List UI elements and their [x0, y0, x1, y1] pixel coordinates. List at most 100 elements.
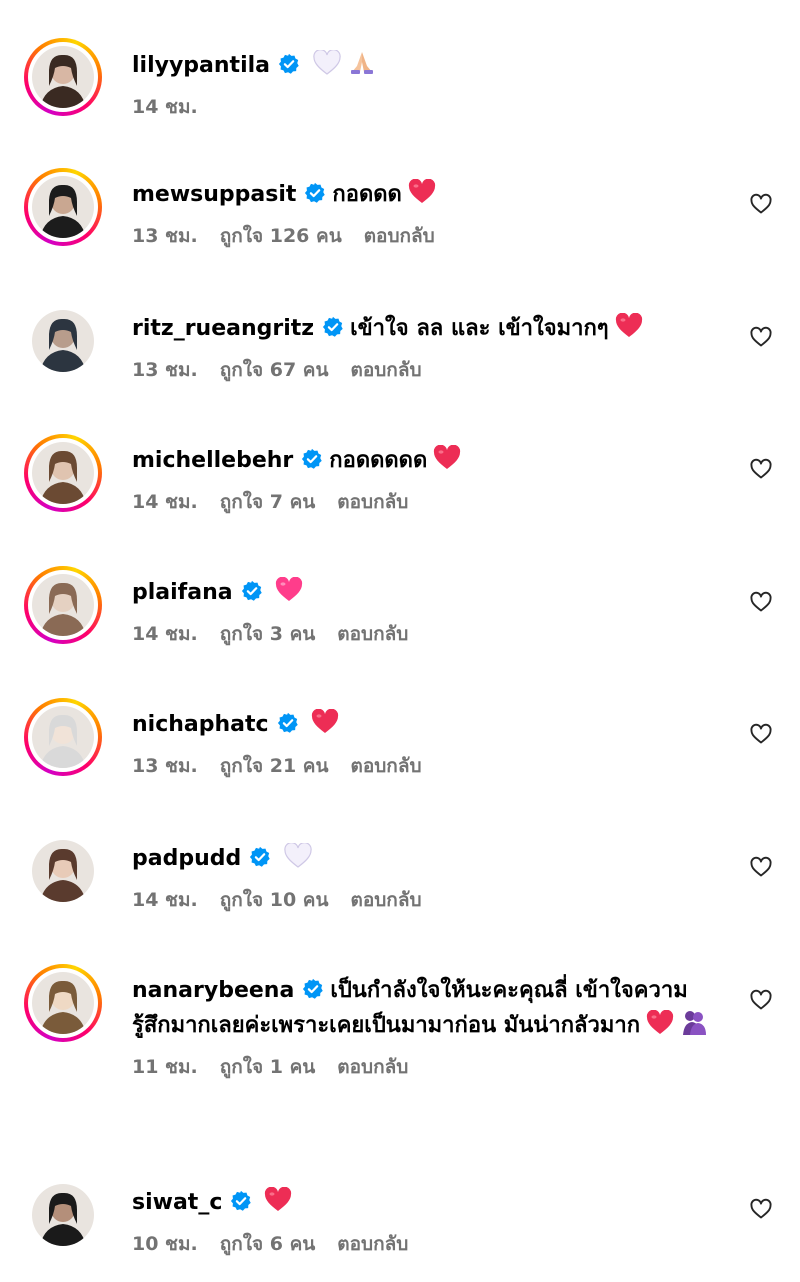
- verified-badge-icon: [277, 712, 299, 734]
- red-heart-emoji-icon: [408, 179, 436, 205]
- like-heart-icon[interactable]: [749, 192, 773, 216]
- like-count[interactable]: ถูกใจ 6 คน: [220, 1233, 316, 1255]
- white-heart-emoji-icon: [283, 843, 313, 869]
- like-heart-icon[interactable]: [749, 722, 773, 746]
- timestamp[interactable]: 11 ชม.: [132, 1056, 198, 1078]
- reply-button[interactable]: ตอบกลับ: [364, 225, 435, 247]
- username-link[interactable]: padpudd: [132, 846, 241, 871]
- red-heart-emoji-icon: [433, 445, 461, 471]
- avatar-container[interactable]: [24, 1176, 102, 1254]
- username-link[interactable]: ritz_rueangritz: [132, 316, 314, 341]
- like-count[interactable]: ถูกใจ 7 คน: [220, 491, 316, 513]
- like-heart-icon[interactable]: [749, 325, 773, 349]
- red-heart-emoji-icon: [311, 709, 339, 735]
- avatar-story-ring[interactable]: [24, 168, 102, 246]
- reply-button[interactable]: ตอบกลับ: [351, 359, 422, 381]
- like-count[interactable]: ถูกใจ 3 คน: [220, 623, 316, 645]
- comment-meta: 10 ชม. ถูกใจ 6 คน ตอบกลับ: [132, 1232, 722, 1256]
- comment-text-line: mewsuppasit กอดดด: [132, 178, 722, 212]
- timestamp[interactable]: 14 ชม.: [132, 96, 198, 118]
- username-link[interactable]: nichaphatc: [132, 712, 269, 737]
- comment-body: ritz_rueangritz เข้าใจ ลล และ เข้าใจมากๆ 1…: [132, 312, 722, 382]
- like-heart-icon[interactable]: [749, 855, 773, 879]
- timestamp[interactable]: 13 ชม.: [132, 359, 198, 381]
- comment-text-line: lilyypantila: [132, 48, 722, 83]
- username-link[interactable]: mewsuppasit: [132, 182, 296, 207]
- comment-text-line: padpudd: [132, 842, 722, 876]
- reply-button[interactable]: ตอบกลับ: [337, 1056, 408, 1078]
- avatar-story-ring[interactable]: [24, 38, 102, 116]
- timestamp[interactable]: 14 ชม.: [132, 889, 198, 911]
- avatar[interactable]: [32, 310, 94, 372]
- comment-meta: 14 ชม. ถูกใจ 3 คน ตอบกลับ: [132, 622, 722, 646]
- timestamp[interactable]: 13 ชม.: [132, 755, 198, 777]
- comment-body: padpudd 14 ชม. ถูกใจ 10 คน ตอบกลับ: [132, 842, 722, 912]
- verified-badge-icon: [249, 846, 271, 868]
- avatar-container[interactable]: [24, 832, 102, 910]
- avatar[interactable]: [32, 972, 94, 1034]
- comment-text: กอดดด: [332, 182, 402, 207]
- timestamp[interactable]: 10 ชม.: [132, 1233, 198, 1255]
- username-link[interactable]: michellebehr: [132, 448, 293, 473]
- red-heart-emoji-icon: [264, 1187, 292, 1213]
- comment-meta: 14 ชม. ถูกใจ 7 คน ตอบกลับ: [132, 490, 722, 514]
- avatar-story-ring[interactable]: [24, 698, 102, 776]
- comment-meta: 13 ชม. ถูกใจ 126 คน ตอบกลับ: [132, 224, 722, 248]
- username-link[interactable]: plaifana: [132, 580, 233, 605]
- avatar[interactable]: [32, 442, 94, 504]
- comment-meta: 11 ชม. ถูกใจ 1 คน ตอบกลับ: [132, 1055, 722, 1079]
- avatar[interactable]: [32, 840, 94, 902]
- reply-button[interactable]: ตอบกลับ: [351, 755, 422, 777]
- verified-badge-icon: [230, 1190, 252, 1212]
- timestamp[interactable]: 14 ชม.: [132, 623, 198, 645]
- comment-body: siwat_c 10 ชม. ถูกใจ 6 คน ตอบกลับ: [132, 1186, 722, 1256]
- reply-button[interactable]: ตอบกลับ: [337, 623, 408, 645]
- like-heart-icon[interactable]: [749, 988, 773, 1012]
- avatar-container[interactable]: [24, 302, 102, 380]
- avatar[interactable]: [32, 46, 94, 108]
- comment-meta: 13 ชม. ถูกใจ 21 คน ตอบกลับ: [132, 754, 722, 778]
- avatar[interactable]: [32, 1184, 94, 1246]
- username-link[interactable]: siwat_c: [132, 1190, 222, 1215]
- comment-meta: 13 ชม. ถูกใจ 67 คน ตอบกลับ: [132, 358, 722, 382]
- verified-badge-icon: [278, 53, 300, 75]
- like-count[interactable]: ถูกใจ 21 คน: [220, 755, 329, 777]
- like-heart-icon[interactable]: [749, 457, 773, 481]
- comment-body: nichaphatc 13 ชม. ถูกใจ 21 คน ตอบกลับ: [132, 708, 722, 778]
- timestamp[interactable]: 13 ชม.: [132, 225, 198, 247]
- avatar[interactable]: [32, 574, 94, 636]
- comment-text-line: nichaphatc: [132, 708, 722, 742]
- avatar-story-ring[interactable]: [24, 964, 102, 1042]
- verified-badge-icon: [302, 978, 324, 1000]
- comment-text-line: siwat_c: [132, 1186, 722, 1220]
- verified-badge-icon: [322, 316, 344, 338]
- avatar-story-ring[interactable]: [24, 434, 102, 512]
- avatar[interactable]: [32, 176, 94, 238]
- verified-badge-icon: [301, 448, 323, 470]
- comment-text-line: ritz_rueangritz เข้าใจ ลล และ เข้าใจมากๆ: [132, 312, 722, 346]
- reply-button[interactable]: ตอบกลับ: [337, 1233, 408, 1255]
- reply-button[interactable]: ตอบกลับ: [337, 491, 408, 513]
- like-count[interactable]: ถูกใจ 126 คน: [220, 225, 342, 247]
- reply-button[interactable]: ตอบกลับ: [351, 889, 422, 911]
- comment-body: plaifana 14 ชม. ถูกใจ 3 คน ตอบกลับ: [132, 576, 722, 646]
- avatar-story-ring[interactable]: [24, 566, 102, 644]
- like-heart-icon[interactable]: [749, 590, 773, 614]
- username-link[interactable]: nanarybeena: [132, 978, 294, 1003]
- verified-badge-icon: [304, 182, 326, 204]
- pray-emoji-icon: [348, 48, 376, 76]
- username-link[interactable]: lilyypantila: [132, 53, 270, 78]
- timestamp[interactable]: 14 ชม.: [132, 491, 198, 513]
- like-heart-icon[interactable]: [749, 1197, 773, 1221]
- comment-text-line: nanarybeena เป็นกำลังใจให้นะคะคุณลี่ เข้า…: [132, 974, 722, 1043]
- like-count[interactable]: ถูกใจ 67 คน: [220, 359, 329, 381]
- red-heart-emoji-icon: [646, 1010, 674, 1036]
- verified-badge-icon: [241, 580, 263, 602]
- comment-body: lilyypantila 14 ชม.: [132, 48, 722, 119]
- like-count[interactable]: ถูกใจ 10 คน: [220, 889, 329, 911]
- red-heart-emoji-icon: [615, 313, 643, 339]
- avatar[interactable]: [32, 706, 94, 768]
- like-count[interactable]: ถูกใจ 1 คน: [220, 1056, 316, 1078]
- comment-text: เข้าใจ ลล และ เข้าใจมากๆ: [350, 316, 609, 341]
- comment-meta: 14 ชม.: [132, 95, 722, 119]
